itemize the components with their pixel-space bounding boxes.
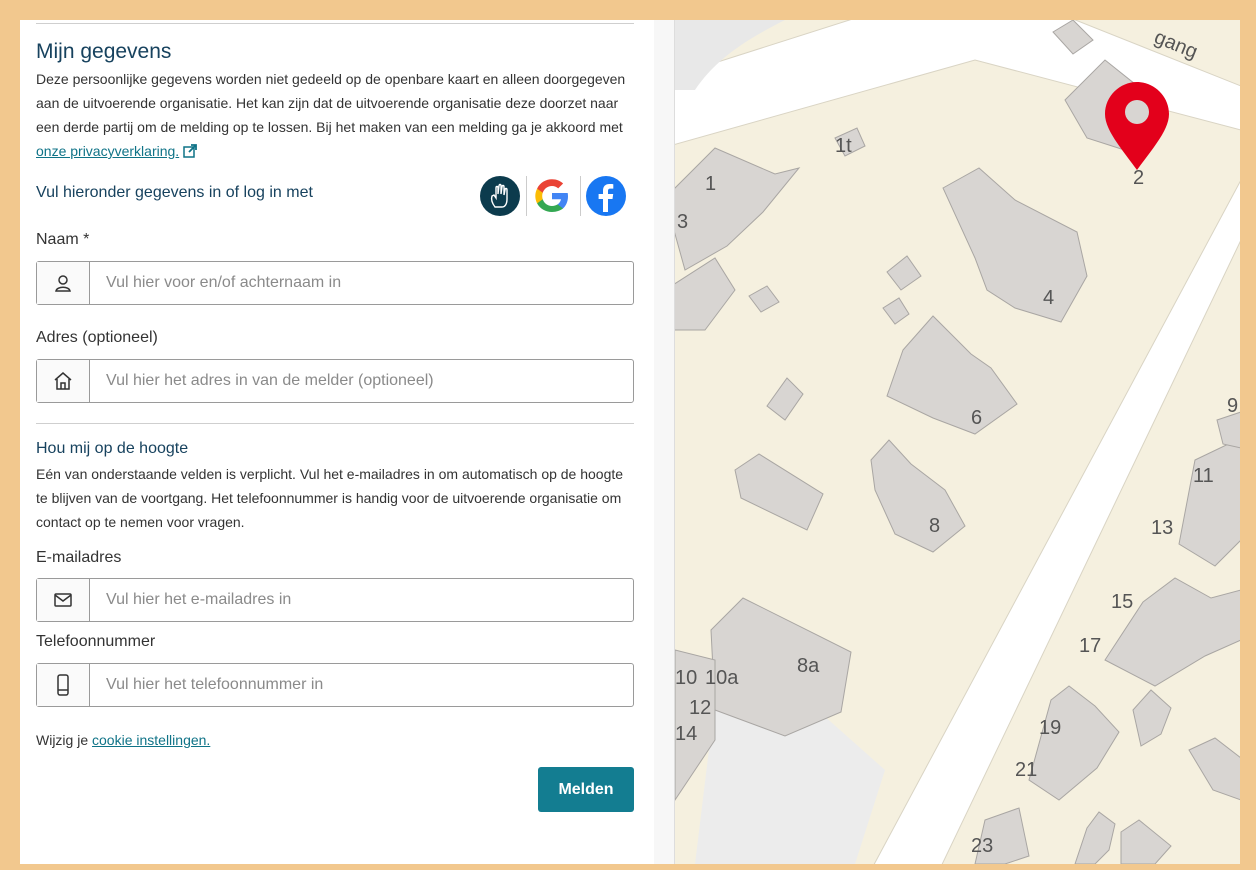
user-icon bbox=[37, 262, 90, 304]
cookie-prefix: Wijzig je bbox=[36, 732, 89, 748]
privacy-notice: Deze persoonlijke gegevens worden niet g… bbox=[36, 67, 626, 163]
section-divider bbox=[36, 423, 634, 424]
address-input[interactable] bbox=[90, 360, 633, 402]
updates-text: Eén van onderstaande velden is verplicht… bbox=[36, 466, 624, 530]
updates-title: Hou mij op de hoogte bbox=[36, 440, 189, 457]
page-frame: Mijn gegevens Deze persoonlijke gegevens… bbox=[20, 20, 1240, 864]
map-canvas: gang 1 1t 2 3 4 6 8 8a 9 10 10a 11 12 13… bbox=[675, 20, 1240, 864]
cookie-settings: Wijzig je cookie instellingen. bbox=[36, 732, 210, 748]
house-number: 1 bbox=[705, 173, 716, 195]
panel-divider bbox=[654, 20, 674, 864]
google-icon[interactable] bbox=[532, 176, 572, 216]
facebook-icon[interactable] bbox=[586, 176, 626, 216]
top-divider bbox=[36, 23, 634, 24]
house-number: 11 bbox=[1193, 465, 1214, 487]
house-number: 13 bbox=[1151, 517, 1173, 539]
house-number: 6 bbox=[971, 407, 982, 429]
login-separator bbox=[526, 176, 527, 216]
hand-login-icon[interactable] bbox=[480, 176, 520, 216]
name-input[interactable] bbox=[90, 262, 633, 304]
house-number: 23 bbox=[971, 835, 993, 857]
house-number: 1t bbox=[835, 135, 852, 157]
home-icon bbox=[37, 360, 90, 402]
cookie-settings-link[interactable]: cookie instellingen. bbox=[92, 732, 210, 748]
privacy-text: Deze persoonlijke gegevens worden niet g… bbox=[36, 71, 626, 135]
house-number: 2 bbox=[1133, 167, 1144, 189]
external-link-icon[interactable] bbox=[183, 144, 198, 158]
house-number: 8a bbox=[797, 655, 820, 677]
name-field[interactable] bbox=[36, 261, 634, 305]
name-label: Naam * bbox=[36, 231, 90, 248]
house-number: 12 bbox=[689, 697, 711, 719]
email-input[interactable] bbox=[90, 579, 633, 621]
phone-input[interactable] bbox=[90, 664, 633, 706]
login-label: Vul hieronder gegevens in of log in met bbox=[36, 184, 313, 201]
privacy-link[interactable]: onze privacyverklaring. bbox=[36, 143, 179, 159]
house-number: 19 bbox=[1039, 717, 1061, 739]
house-number: 21 bbox=[1015, 759, 1037, 781]
house-number: 15 bbox=[1111, 591, 1133, 613]
form-panel: Mijn gegevens Deze persoonlijke gegevens… bbox=[20, 20, 654, 864]
address-field[interactable] bbox=[36, 359, 634, 403]
house-number: 10a bbox=[705, 667, 739, 689]
house-number: 4 bbox=[1043, 287, 1054, 309]
house-number: 9 bbox=[1227, 395, 1238, 417]
house-number: 14 bbox=[675, 723, 697, 745]
house-number: 3 bbox=[677, 211, 688, 233]
login-separator bbox=[580, 176, 581, 216]
location-marker-icon[interactable] bbox=[1105, 82, 1169, 170]
phone-icon bbox=[37, 664, 90, 706]
address-label: Adres (optioneel) bbox=[36, 329, 158, 346]
submit-button[interactable]: Melden bbox=[538, 767, 634, 812]
phone-field[interactable] bbox=[36, 663, 634, 707]
house-number: 10 bbox=[675, 667, 697, 689]
house-number: 17 bbox=[1079, 635, 1101, 657]
map-view[interactable]: gang 1 1t 2 3 4 6 8 8a 9 10 10a 11 12 13… bbox=[674, 20, 1240, 864]
mail-icon bbox=[37, 579, 90, 621]
email-label: E-mailadres bbox=[36, 549, 122, 566]
phone-label: Telefoonnummer bbox=[36, 633, 156, 650]
section-title-my-details: Mijn gegevens bbox=[36, 40, 172, 63]
house-number: 8 bbox=[929, 515, 940, 537]
email-field[interactable] bbox=[36, 578, 634, 622]
